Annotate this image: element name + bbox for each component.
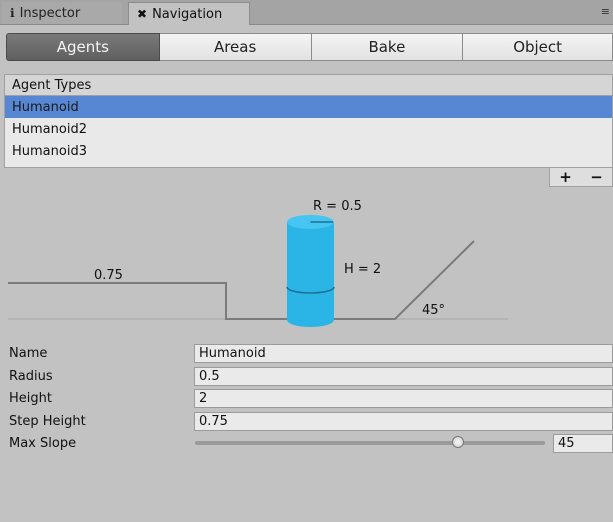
- remove-agent-button[interactable]: −: [590, 168, 603, 186]
- height-field[interactable]: 2: [194, 389, 613, 408]
- panel-menu-icon[interactable]: ≡: [601, 5, 610, 18]
- radius-label: R = 0.5: [313, 199, 362, 214]
- max-slope-slider-track[interactable]: [195, 441, 545, 445]
- max-slope-field-label: Max Slope: [9, 436, 77, 451]
- add-agent-button[interactable]: +: [559, 168, 572, 186]
- tab-navigation-label: Navigation: [152, 6, 223, 22]
- slope-label: 45°: [422, 303, 446, 318]
- tab-navigation[interactable]: ✖ Navigation: [128, 2, 250, 25]
- agent-types-header: Agent Types: [4, 74, 613, 96]
- agent-cylinder: [286, 215, 335, 327]
- info-icon: ℹ: [10, 6, 15, 20]
- step-label: 0.75: [94, 268, 123, 283]
- terrain-profile: [8, 240, 475, 320]
- list-item[interactable]: Humanoid: [5, 96, 612, 118]
- list-item[interactable]: Humanoid2: [5, 118, 612, 140]
- list-item[interactable]: Humanoid3: [5, 140, 612, 162]
- step-height-field[interactable]: 0.75: [194, 412, 613, 431]
- areas-button[interactable]: Areas: [159, 33, 312, 61]
- max-slope-field[interactable]: 45: [553, 434, 613, 453]
- window-tab-strip: ℹ Inspector ✖ Navigation ≡: [0, 0, 613, 25]
- max-slope-slider-thumb[interactable]: [451, 436, 464, 448]
- navigation-mode-toolbar: Agents Areas Bake Object: [6, 33, 613, 61]
- height-label: H = 2: [344, 262, 382, 277]
- name-field[interactable]: Humanoid: [194, 344, 613, 363]
- name-label: Name: [9, 346, 48, 361]
- radius-field[interactable]: 0.5: [194, 367, 613, 386]
- cylinder-bottom: [287, 313, 334, 327]
- radius-field-label: Radius: [9, 369, 53, 384]
- object-button[interactable]: Object: [463, 33, 613, 61]
- agent-diagram-svg: [8, 215, 508, 327]
- agent-diagram: R = 0.5 H = 2 0.75 45°: [0, 188, 613, 330]
- agents-button[interactable]: Agents: [6, 33, 160, 61]
- agent-types-title: Agent Types: [12, 77, 92, 93]
- agent-types-list: Humanoid Humanoid2 Humanoid3: [4, 96, 613, 168]
- bake-button[interactable]: Bake: [311, 33, 464, 61]
- height-field-label: Height: [9, 391, 52, 406]
- step-height-field-label: Step Height: [9, 414, 86, 429]
- tab-inspector[interactable]: ℹ Inspector: [2, 2, 122, 24]
- cylinder-body: [287, 222, 334, 320]
- navigation-icon: ✖: [137, 7, 148, 21]
- tab-inspector-label: Inspector: [19, 5, 81, 21]
- list-controls: + −: [549, 168, 613, 187]
